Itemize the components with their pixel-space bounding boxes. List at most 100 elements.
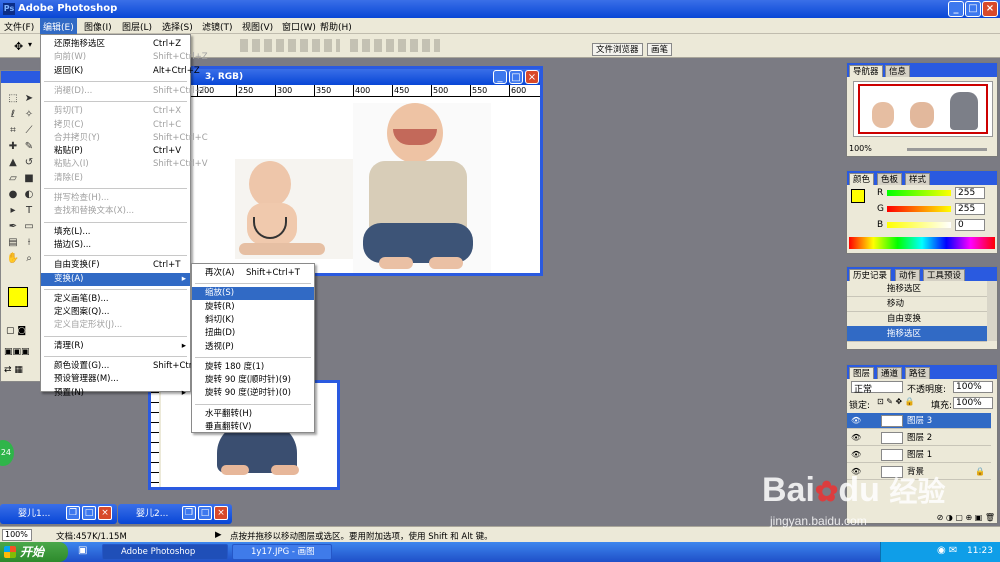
doc-close-button[interactable]: ×: [525, 70, 539, 84]
menu-select[interactable]: 选择(S): [162, 20, 193, 33]
eraser-tool-icon[interactable]: ▱: [5, 171, 21, 187]
shape-tool-icon[interactable]: ▭: [21, 219, 37, 235]
stamp-tool-icon[interactable]: ▲: [5, 155, 21, 171]
dodge-tool-icon[interactable]: ◐: [21, 187, 37, 203]
maximize-button[interactable]: □: [965, 1, 981, 17]
menu-item[interactable]: 向前(W) Shift+Ctrl+Z: [41, 51, 208, 64]
menu-item[interactable]: 清理(R) ▸: [41, 340, 190, 353]
align-icons[interactable]: [240, 39, 340, 52]
zoom-tool-icon[interactable]: ⌕: [21, 251, 37, 267]
r-slider[interactable]: [887, 190, 951, 196]
tab-layers[interactable]: 图层: [849, 367, 875, 379]
notes-tool-icon[interactable]: ▤: [5, 235, 21, 251]
menu-view[interactable]: 视图(V): [242, 20, 273, 33]
layer-row[interactable]: 👁 图层 1: [847, 447, 991, 463]
menu-item[interactable]: 旋转 90 度(逆时针)(0): [192, 387, 314, 400]
file-browser-tab[interactable]: 文件浏览器: [592, 43, 643, 56]
tab-actions[interactable]: 动作: [895, 269, 921, 281]
visibility-eye-icon[interactable]: 👁: [851, 433, 861, 443]
menu-item[interactable]: 清除(E): [41, 172, 190, 185]
menu-item[interactable]: 旋转 180 度(1): [192, 361, 314, 374]
menu-item[interactable]: 粘贴入(I) Shift+Ctrl+V: [41, 158, 208, 171]
menu-file[interactable]: 文件(F): [4, 20, 34, 33]
maximize-icon[interactable]: □: [82, 506, 96, 520]
tab-history[interactable]: 历史记录: [849, 269, 892, 281]
history-item[interactable]: 自由变换: [847, 311, 987, 327]
status-zoom[interactable]: 100%: [2, 529, 32, 541]
tab-color[interactable]: 颜色: [849, 173, 875, 185]
menu-item[interactable]: 拼写检查(H)...: [41, 192, 190, 205]
menu-item[interactable]: 填充(L)...: [41, 226, 190, 239]
menu-item[interactable]: 定义图案(Q)...: [41, 306, 190, 319]
tab-tool-presets[interactable]: 工具预设: [923, 269, 966, 281]
minimized-doc-1[interactable]: 婴儿1... ❐ □ ×: [0, 504, 117, 524]
crop-tool-icon[interactable]: ⌗: [5, 123, 21, 139]
close-button[interactable]: ×: [982, 1, 998, 17]
type-tool-icon[interactable]: T: [21, 203, 37, 219]
menu-item[interactable]: 描边(S)...: [41, 239, 190, 252]
taskbar-item-paint[interactable]: 1y17.JPG - 画图: [232, 544, 332, 560]
blur-tool-icon[interactable]: ●: [5, 187, 21, 203]
g-slider[interactable]: [887, 206, 951, 212]
menu-item[interactable]: 合并拷贝(Y) Shift+Ctrl+C: [41, 132, 208, 145]
b-value[interactable]: 0: [955, 219, 985, 231]
menu-help[interactable]: 帮助(H): [320, 20, 352, 33]
menu-item[interactable]: 变换(A) ▸: [41, 272, 190, 286]
foreground-color-swatch[interactable]: [8, 287, 28, 307]
visibility-eye-icon[interactable]: 👁: [851, 450, 861, 460]
menu-window[interactable]: 窗口(W): [282, 20, 316, 33]
navigator-zoom[interactable]: 100%: [849, 144, 872, 153]
menu-item[interactable]: 定义画笔(B)...: [41, 293, 190, 306]
color-spectrum-bar[interactable]: [849, 237, 995, 249]
move-tool-icon[interactable]: ✥: [14, 40, 23, 53]
layer-row[interactable]: 👁 图层 3: [847, 413, 991, 429]
close-icon[interactable]: ×: [98, 506, 112, 520]
menu-item[interactable]: 预置(N) ▸: [41, 387, 190, 400]
menu-item[interactable]: 颜色设置(G)... Shift+Ctrl+K: [41, 360, 207, 373]
menu-item[interactable]: 扭曲(D): [192, 327, 314, 340]
tray-icons[interactable]: ◉ ✉: [937, 545, 957, 556]
menu-item[interactable]: 定义自定形状(J)...: [41, 319, 190, 332]
navigator-thumbnail[interactable]: [853, 81, 993, 137]
menu-image[interactable]: 图像(I): [84, 20, 112, 33]
menu-item[interactable]: 消褪(D)... Shift+Ctrl+F: [41, 85, 207, 98]
menu-item[interactable]: 旋转(R): [192, 301, 314, 314]
fill-input[interactable]: 100%: [953, 397, 993, 409]
jump-to-imageready-icon[interactable]: ⇄ ▦: [4, 365, 40, 377]
quick-mask-icons[interactable]: ▢ ◙: [6, 326, 38, 338]
tab-channels[interactable]: 通道: [877, 367, 903, 379]
gradient-tool-icon[interactable]: ■: [21, 171, 37, 187]
maximize-icon[interactable]: □: [198, 506, 212, 520]
screen-mode-icons[interactable]: ▣▣▣: [4, 347, 40, 359]
history-scrollbar[interactable]: [987, 281, 997, 341]
layer-row[interactable]: 👁 图层 2: [847, 430, 991, 446]
opacity-input[interactable]: 100%: [953, 381, 993, 393]
tab-styles[interactable]: 样式: [905, 173, 931, 185]
r-value[interactable]: 255: [955, 187, 985, 199]
tab-paths[interactable]: 路径: [905, 367, 931, 379]
restore-icon[interactable]: ❐: [182, 506, 196, 520]
menu-item[interactable]: 自由变换(F) Ctrl+T: [41, 259, 190, 272]
layers-bottom-icons[interactable]: ⊘ ◑ ▢ ⊕ ▣ 🗑: [849, 513, 995, 523]
menu-item[interactable]: 水平翻转(H): [192, 408, 314, 421]
tab-navigator[interactable]: 导航器: [849, 65, 883, 77]
pen-tool-icon[interactable]: ✒: [5, 219, 21, 235]
menu-item[interactable]: 预设管理器(M)...: [41, 373, 190, 386]
lock-icons[interactable]: ⊡ ✎ ✥ 🔒: [877, 397, 937, 407]
menu-item[interactable]: 斜切(K): [192, 314, 314, 327]
path-select-icon[interactable]: ▸: [5, 203, 21, 219]
menu-item[interactable]: 旋转 90 度(顺时针)(9): [192, 374, 314, 387]
marquee-tool-icon[interactable]: ⬚: [5, 91, 21, 107]
menu-layer[interactable]: 图层(L): [122, 20, 152, 33]
minimize-button[interactable]: _: [948, 1, 964, 17]
healing-brush-icon[interactable]: ✚: [5, 139, 21, 155]
brushes-tab[interactable]: 画笔: [647, 43, 673, 56]
menu-item[interactable]: 查找和替换文本(X)...: [41, 205, 190, 218]
hand-tool-icon[interactable]: ✋: [5, 251, 21, 267]
tab-info[interactable]: 信息: [885, 65, 911, 77]
menu-item[interactable]: 拷贝(C) Ctrl+C: [41, 119, 190, 132]
menu-edit[interactable]: 编辑(E): [40, 18, 77, 34]
doc-maximize-button[interactable]: □: [509, 70, 523, 84]
floating-badge[interactable]: 24: [0, 440, 14, 466]
b-slider[interactable]: [887, 222, 951, 228]
